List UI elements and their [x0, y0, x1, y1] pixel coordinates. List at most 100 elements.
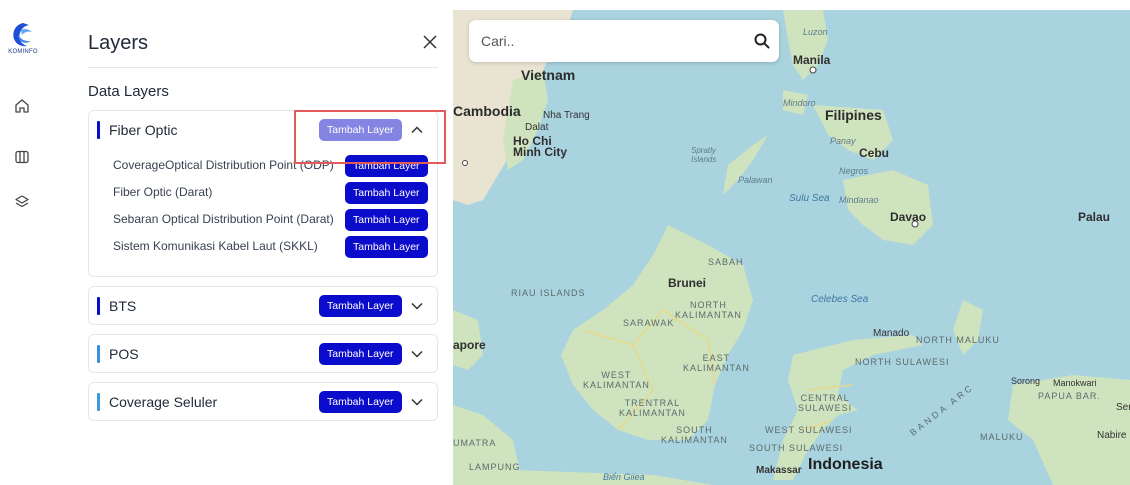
- map-label: Cambodia: [453, 103, 521, 119]
- map-label: Palau: [1078, 210, 1111, 224]
- layer-group-header[interactable]: BTS Tambah Layer: [89, 287, 437, 325]
- layer-group-name: POS: [109, 346, 139, 362]
- add-layer-button[interactable]: Tambah Layer: [319, 295, 402, 317]
- map-label: Panay: [830, 136, 856, 146]
- search-box: [469, 20, 779, 62]
- map-label: Palawan: [738, 175, 773, 185]
- map-label: Sorong: [1011, 376, 1041, 386]
- map-label: Manokwari: [1053, 378, 1097, 388]
- map-label: MALUKU: [980, 432, 1024, 442]
- map-label: Manado: [873, 328, 910, 339]
- section-title: Data Layers: [88, 83, 169, 100]
- sub-layer-label: Fiber Optic (Darat): [113, 185, 213, 199]
- chevron-down-icon: [411, 302, 423, 310]
- icon-rail: KOMINFO: [0, 0, 48, 485]
- add-layer-button[interactable]: Tambah Layer: [319, 119, 402, 141]
- map-label: SARAWAK: [623, 318, 675, 328]
- map-label: Cebu: [859, 146, 889, 160]
- add-layer-button[interactable]: Tambah Layer: [345, 182, 428, 204]
- add-layer-button[interactable]: Tambah Layer: [345, 155, 428, 177]
- expand-toggle[interactable]: [409, 346, 425, 362]
- layers-panel: Layers Data Layers Fiber Optic Tambah La…: [48, 0, 452, 485]
- group-accent-bar: [97, 297, 100, 315]
- map-label: Vietnam: [521, 67, 576, 83]
- map-label: Filipines: [825, 107, 882, 123]
- map-label: SOUTH SULAWESI: [749, 443, 844, 453]
- layer-group-pos: POS Tambah Layer: [88, 334, 438, 373]
- home-button[interactable]: [10, 94, 34, 118]
- sub-layer-label: Sebaran Optical Distribution Point (Dara…: [113, 212, 334, 226]
- map-label: LAMPUNG: [469, 462, 521, 472]
- expand-toggle[interactable]: [409, 298, 425, 314]
- search-input[interactable]: [481, 28, 741, 54]
- map-label: EAST KALIMANTAN: [683, 353, 750, 373]
- map-label: NORTH KALIMANTAN: [675, 300, 742, 320]
- add-layer-button[interactable]: Tambah Layer: [345, 236, 428, 258]
- sub-layer-item: Fiber Optic (Darat) Tambah Layer: [113, 180, 433, 204]
- layer-group-header[interactable]: Fiber Optic Tambah Layer: [89, 111, 437, 149]
- map-label: WEST SULAWESI: [765, 425, 853, 435]
- map-label: UMATRA: [453, 438, 497, 448]
- map-label: Biển Giiea: [603, 472, 645, 482]
- map-label: RIAU ISLANDS: [511, 288, 586, 298]
- map-label: PAPUA BAR.: [1038, 391, 1101, 401]
- kominfo-logo[interactable]: KOMINFO: [8, 22, 38, 55]
- map-view[interactable]: Vietnam Cambodia Nha Trang Dalat Ho Chi …: [453, 10, 1130, 485]
- map-label: NORTH MALUKU: [916, 335, 1000, 345]
- layer-group-header[interactable]: Coverage Seluler Tambah Layer: [89, 383, 437, 421]
- map-label: Mindoro: [783, 98, 816, 108]
- map-label: Nha Trang: [543, 110, 590, 121]
- map-label: Dalat: [525, 122, 549, 133]
- group-accent-bar: [97, 121, 100, 139]
- group-accent-bar: [97, 345, 100, 363]
- panel-title: Layers: [88, 32, 149, 54]
- map-label: Nabire: [1097, 430, 1127, 441]
- map-label: TRENTRAL KALIMANTAN: [619, 398, 686, 418]
- close-icon: [423, 35, 437, 49]
- map-label: SABAH: [708, 257, 744, 267]
- close-button[interactable]: [420, 32, 440, 52]
- map-label: SOUTH KALIMANTAN: [661, 425, 728, 445]
- map-label: Manila: [793, 53, 831, 67]
- map-label: Sulu Sea: [789, 193, 830, 204]
- chevron-down-icon: [411, 398, 423, 406]
- map-label: Mindanao: [839, 195, 879, 205]
- map-icon: [15, 150, 29, 164]
- layer-group-coverage-seluler: Coverage Seluler Tambah Layer: [88, 382, 438, 421]
- map-label: apore: [453, 338, 486, 352]
- home-icon: [15, 99, 29, 113]
- search-button[interactable]: [753, 32, 771, 50]
- add-layer-button[interactable]: Tambah Layer: [319, 343, 402, 365]
- expand-toggle[interactable]: [409, 394, 425, 410]
- map-label: WEST KALIMANTAN: [583, 370, 650, 390]
- map-label: Luzon: [803, 27, 828, 37]
- layer-group-name: BTS: [109, 298, 137, 314]
- map-label: Makassar: [756, 465, 802, 476]
- map-label: Celebes Sea: [811, 294, 869, 305]
- map-button[interactable]: [10, 145, 34, 169]
- map-label: Ho Chi Minh City: [513, 134, 567, 159]
- map-label: CENTRAL SULAWESI: [798, 393, 853, 413]
- chevron-up-icon: [411, 126, 423, 134]
- map-label: Indonesia: [808, 456, 883, 473]
- sub-layer-item: Sistem Komunikasi Kabel Laut (SKKL) Tamb…: [113, 234, 433, 258]
- map-label: Ser: [1116, 402, 1130, 413]
- sub-layer-label: CoverageOptical Distribution Point (ODP): [113, 158, 334, 172]
- map-label: Davao: [890, 210, 927, 224]
- search-icon: [754, 33, 770, 49]
- layers-button[interactable]: [10, 190, 34, 214]
- add-layer-button[interactable]: Tambah Layer: [319, 391, 402, 413]
- map-label: NORTH SULAWESI: [855, 357, 950, 367]
- layer-group-name: Fiber Optic: [109, 122, 178, 138]
- collapse-toggle[interactable]: [409, 122, 425, 138]
- layer-group-header[interactable]: POS Tambah Layer: [89, 335, 437, 373]
- chevron-down-icon: [411, 350, 423, 358]
- layer-group-fiber-optic: Fiber Optic Tambah Layer CoverageOptical…: [88, 110, 438, 277]
- add-layer-button[interactable]: Tambah Layer: [345, 209, 428, 231]
- divider: [88, 67, 438, 68]
- layer-group-bts: BTS Tambah Layer: [88, 286, 438, 325]
- map-label: Spratly Islands: [691, 146, 717, 164]
- layer-group-name: Coverage Seluler: [109, 394, 218, 410]
- kominfo-logo-icon: [13, 23, 32, 47]
- map-label: Negros: [839, 166, 869, 176]
